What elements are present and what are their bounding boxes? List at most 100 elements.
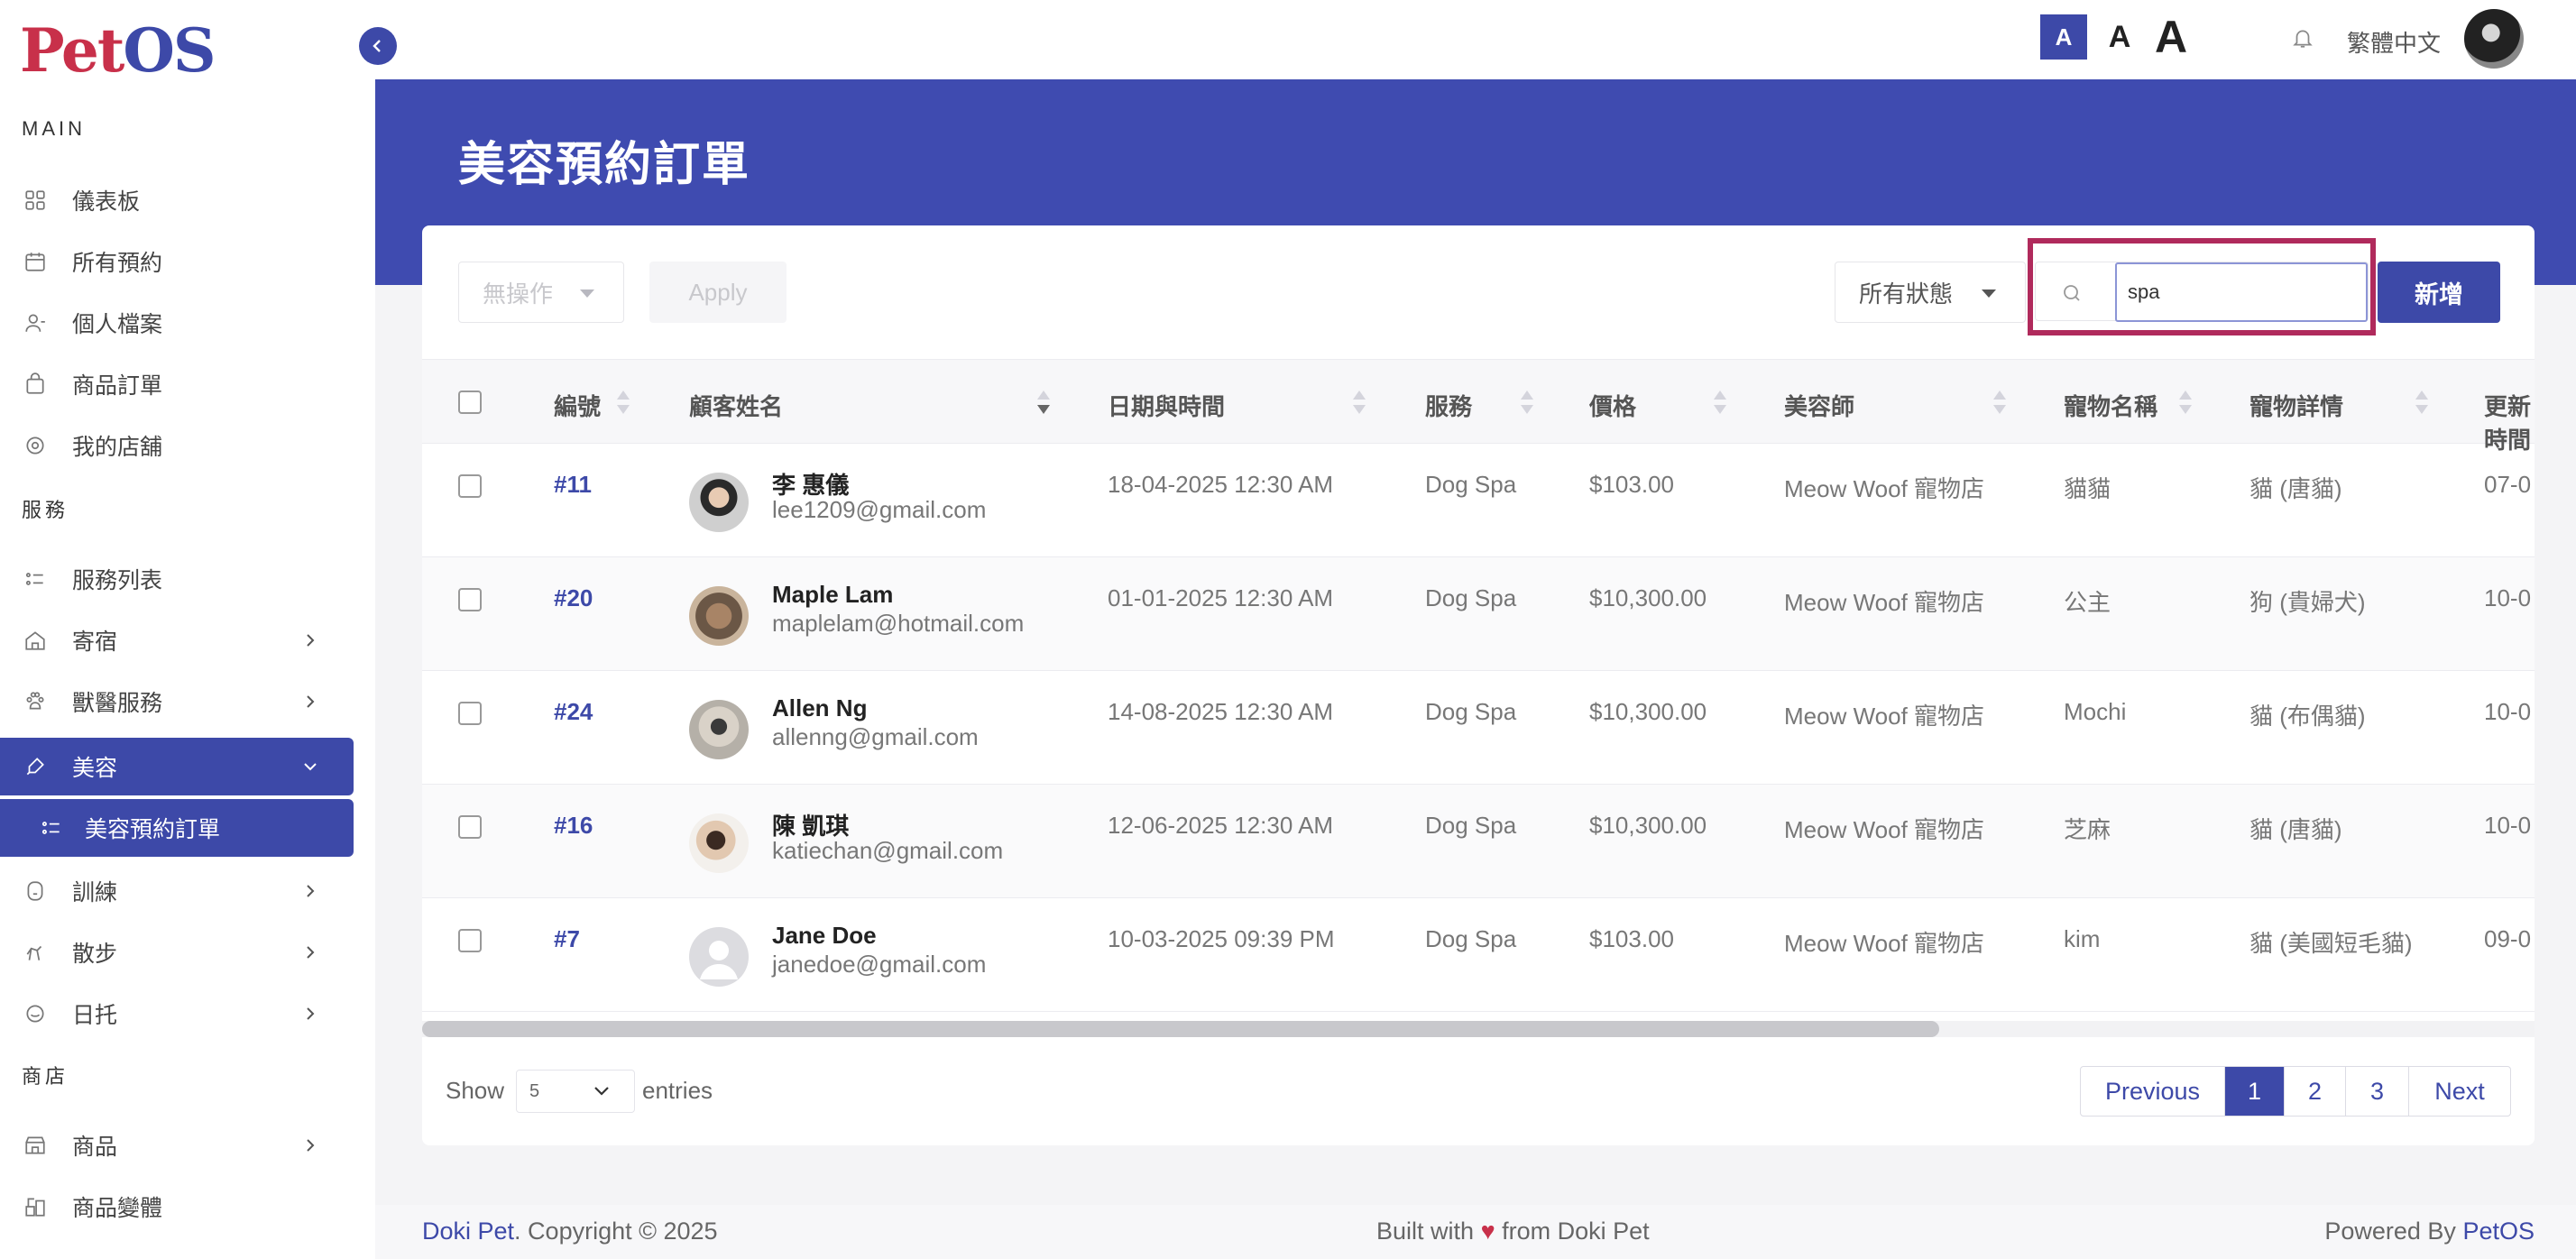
status-filter-select[interactable]: 所有狀態 xyxy=(1835,262,2026,323)
table-row[interactable]: #16 陳 凱琪 katiechan@gmail.com 12-06-2025 … xyxy=(422,785,2535,898)
sidebar-item-my-store[interactable]: 我的店舖 xyxy=(0,417,354,474)
sidebar-item-variants[interactable]: 商品變體 xyxy=(0,1178,354,1236)
footer-powered-prefix: Powered By xyxy=(2324,1218,2456,1245)
sidebar-item-product-orders[interactable]: 商品訂單 xyxy=(0,355,354,413)
sort-icon[interactable] xyxy=(1353,391,1366,416)
chevron-right-icon xyxy=(307,1139,315,1152)
sidebar-item-label: 寄宿 xyxy=(72,630,118,655)
row-checkbox[interactable] xyxy=(458,929,482,952)
service-name: Dog Spa xyxy=(1425,698,1517,725)
font-size-medium-button[interactable]: A xyxy=(2102,14,2138,60)
col-header-price[interactable]: 價格 xyxy=(1589,389,1636,422)
pet-detail: 貓 (唐貓) xyxy=(2249,816,2342,843)
sidebar-collapse-button[interactable] xyxy=(359,27,397,65)
add-button[interactable]: 新增 xyxy=(2378,262,2500,323)
sort-icon[interactable] xyxy=(617,391,630,416)
entries-per-page-select[interactable]: 5 xyxy=(516,1070,635,1113)
sidebar-item-all-bookings[interactable]: 所有預約 xyxy=(0,233,354,290)
col-header-pet-detail[interactable]: 寵物詳情 xyxy=(2249,389,2343,422)
col-header-pet-name[interactable]: 寵物名稱 xyxy=(2064,389,2157,422)
col-header-customer[interactable]: 顧客姓名 xyxy=(689,389,783,422)
footer-copyright: Doki Pet. Copyright © 2025 xyxy=(422,1218,718,1245)
row-checkbox[interactable] xyxy=(458,815,482,839)
apply-button[interactable]: Apply xyxy=(649,262,787,323)
horizontal-scrollbar-thumb[interactable] xyxy=(422,1021,1939,1037)
customer-email: janedoe@gmail.com xyxy=(772,951,987,978)
sidebar-item-products[interactable]: 商品 xyxy=(0,1117,354,1174)
bell-icon[interactable] xyxy=(2291,25,2314,51)
customer-avatar xyxy=(689,586,749,646)
footer-powered-link[interactable]: PetOS xyxy=(2462,1218,2535,1245)
sidebar-item-dashboard[interactable]: 儀表板 xyxy=(0,171,354,229)
sort-icon[interactable] xyxy=(1037,391,1050,416)
col-header-datetime[interactable]: 日期與時間 xyxy=(1108,389,1225,422)
sort-icon[interactable] xyxy=(1714,391,1726,416)
bulk-action-value: 無操作 xyxy=(483,280,554,308)
sidebar-item-grooming-orders[interactable]: 美容預約訂單 xyxy=(0,799,354,857)
row-checkbox[interactable] xyxy=(458,474,482,498)
order-id-link[interactable]: #11 xyxy=(554,471,592,499)
page-button-3[interactable]: 3 xyxy=(2346,1067,2409,1116)
sidebar-item-service-list[interactable]: 服務列表 xyxy=(0,550,354,608)
top-bar: A A A 繁體中文 xyxy=(375,0,2576,79)
row-checkbox[interactable] xyxy=(458,588,482,611)
sidebar-item-daycare[interactable]: 日托 xyxy=(0,985,354,1043)
groomer: Meow Woof 寵物店 xyxy=(1784,475,1985,502)
order-id-link[interactable]: #24 xyxy=(554,698,593,726)
table-row[interactable]: #20 Maple Lam maplelam@hotmail.com 01-01… xyxy=(422,557,2535,671)
list-icon xyxy=(41,822,60,834)
sidebar-item-grooming[interactable]: 美容 xyxy=(0,738,354,795)
col-header-id[interactable]: 編號 xyxy=(554,389,601,422)
dog-icon xyxy=(27,881,43,901)
sidebar-item-training[interactable]: 訓練 xyxy=(0,862,354,920)
order-id-link[interactable]: #16 xyxy=(554,812,593,840)
sidebar-item-walking[interactable]: 散步 xyxy=(0,924,354,981)
customer-name: Jane Doe xyxy=(772,922,877,949)
footer-brand-link[interactable]: Doki Pet xyxy=(422,1218,514,1245)
user-avatar[interactable] xyxy=(2464,9,2524,69)
chevron-right-icon xyxy=(307,634,315,647)
calendar-icon xyxy=(25,253,45,271)
petos-logo[interactable]: PetOS xyxy=(20,16,216,86)
booking-datetime: 10-03-2025 09:39 PM xyxy=(1108,925,1335,952)
chevron-down-icon xyxy=(594,1087,609,1096)
page-button-2[interactable]: 2 xyxy=(2285,1067,2346,1116)
col-header-service[interactable]: 服務 xyxy=(1425,389,1472,422)
sidebar-item-label: 美容 xyxy=(72,756,118,781)
table-row[interactable]: #7 Jane Doe janedoe@gmail.com 10-03-2025… xyxy=(422,898,2535,1012)
page-button-1[interactable]: 1 xyxy=(2225,1067,2285,1116)
next-page-button[interactable]: Next xyxy=(2409,1067,2510,1116)
groomer: Meow Woof 寵物店 xyxy=(1784,930,1985,957)
sort-icon[interactable] xyxy=(1521,391,1533,416)
price: $10,300.00 xyxy=(1589,698,1707,725)
bulk-action-select[interactable]: 無操作 xyxy=(458,262,624,323)
font-size-small-button[interactable]: A xyxy=(2040,14,2087,60)
select-all-checkbox[interactable] xyxy=(458,391,482,414)
sidebar-item-vet[interactable]: 獸醫服務 xyxy=(0,673,354,731)
customer-avatar xyxy=(689,700,749,759)
order-id-link[interactable]: #7 xyxy=(554,925,580,953)
sort-icon[interactable] xyxy=(2179,391,2192,416)
col-header-groomer[interactable]: 美容師 xyxy=(1784,389,1854,422)
sort-icon[interactable] xyxy=(1993,391,2006,416)
language-selector[interactable]: 繁體中文 xyxy=(2347,25,2441,59)
pagination: Previous 1 2 3 Next xyxy=(2080,1066,2511,1117)
chevron-left-icon xyxy=(373,40,381,52)
order-id-link[interactable]: #20 xyxy=(554,584,593,612)
sidebar-item-boarding[interactable]: 寄宿 xyxy=(0,611,354,669)
price: $103.00 xyxy=(1589,925,1674,952)
chevron-right-icon xyxy=(307,1007,315,1020)
table-row[interactable]: #24 Allen Ng allenng@gmail.com 14-08-202… xyxy=(422,671,2535,785)
table-row[interactable]: #11 李 惠儀 lee1209@gmail.com 18-04-2025 12… xyxy=(422,444,2535,557)
search-input[interactable] xyxy=(2115,262,2368,322)
brush-icon xyxy=(26,758,44,776)
pet-name: 芝麻 xyxy=(2064,816,2111,843)
previous-page-button[interactable]: Previous xyxy=(2081,1067,2225,1116)
sidebar-item-label: 商品訂單 xyxy=(72,373,163,399)
font-size-large-button[interactable]: A xyxy=(2148,12,2194,62)
sidebar-item-profile[interactable]: 個人檔案 xyxy=(0,294,354,352)
sidebar-item-label: 儀表板 xyxy=(72,189,141,215)
groomer: Meow Woof 寵物店 xyxy=(1784,816,1985,843)
row-checkbox[interactable] xyxy=(458,702,482,725)
sort-icon[interactable] xyxy=(2415,391,2428,416)
